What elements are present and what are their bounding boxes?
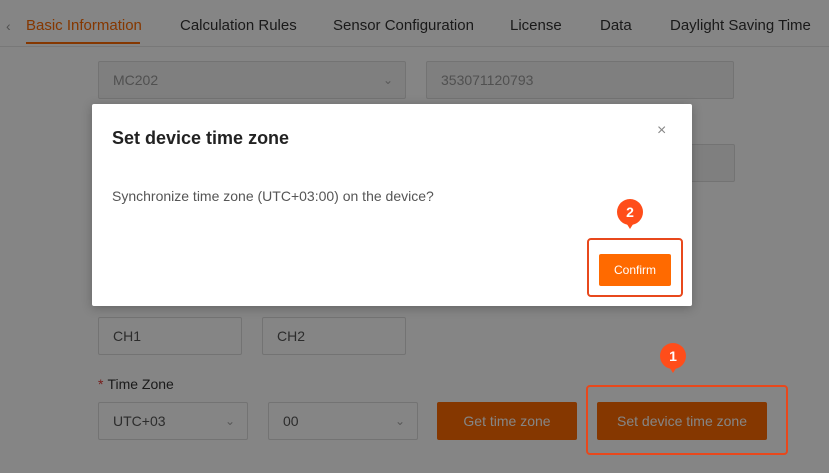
step1-highlight	[586, 385, 788, 455]
close-icon[interactable]: ×	[657, 122, 666, 140]
dialog-message: Synchronize time zone (UTC+03:00) on the…	[112, 188, 434, 204]
step1-marker: 1	[660, 343, 686, 373]
step2-marker: 2	[617, 199, 643, 229]
dialog-title: Set device time zone	[112, 128, 290, 148]
step2-highlight	[587, 238, 683, 297]
